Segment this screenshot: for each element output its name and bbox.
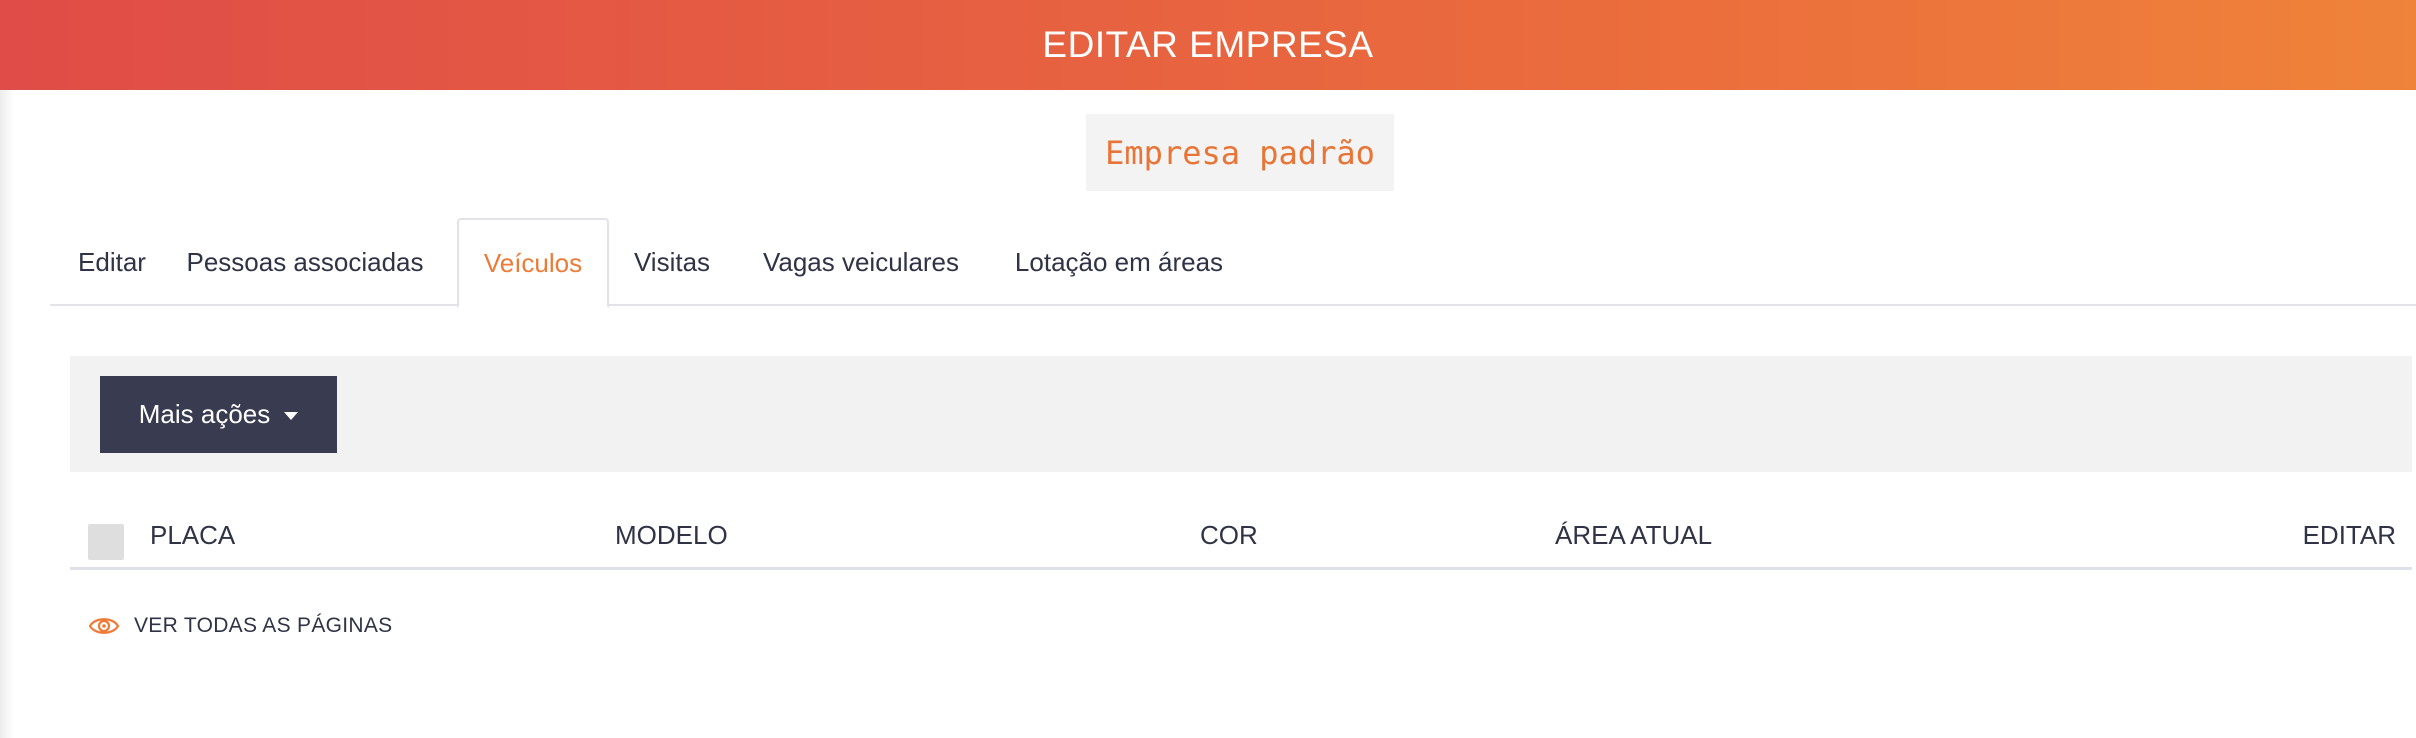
tab-pessoas-associadas[interactable]: Pessoas associadas [174,218,436,306]
see-all-pages-link[interactable]: VER TODAS AS PÁGINAS [88,606,392,646]
more-actions-label: Mais ações [138,399,271,429]
tab-veiculos[interactable]: Veículos [457,218,609,308]
page-edge-shadow [0,90,14,738]
eye-icon [88,618,120,634]
tab-visitas[interactable]: Visitas [616,218,728,306]
column-header-area-atual[interactable]: ÁREA ATUAL [1555,520,1712,551]
tab-lotacao-em-areas[interactable]: Lotação em áreas [994,218,1244,306]
column-header-editar: EDITAR [2302,520,2396,550]
see-all-pages-label: VER TODAS AS PÁGINAS [134,614,393,637]
vehicles-table-header: PLACA MODELO COR ÁREA ATUAL EDITAR [70,500,2412,570]
caret-down-icon [284,411,299,420]
page-header: EDITAR EMPRESA [0,0,2416,90]
select-all-checkbox[interactable] [88,524,124,560]
company-name-badge: Empresa padrão [1086,114,1394,191]
more-actions-button[interactable]: Mais ações [100,376,337,453]
column-header-modelo[interactable]: MODELO [615,520,728,551]
tab-bar: Editar Pessoas associadas Veículos Visit… [50,218,2416,308]
page-title: EDITAR EMPRESA [1042,24,1374,65]
tab-vagas-veiculares[interactable]: Vagas veiculares [728,218,994,306]
tab-editar[interactable]: Editar [50,218,174,306]
actions-bar: Mais ações [70,356,2412,472]
column-header-placa[interactable]: PLACA [150,520,235,551]
column-header-cor[interactable]: COR [1200,520,1258,551]
